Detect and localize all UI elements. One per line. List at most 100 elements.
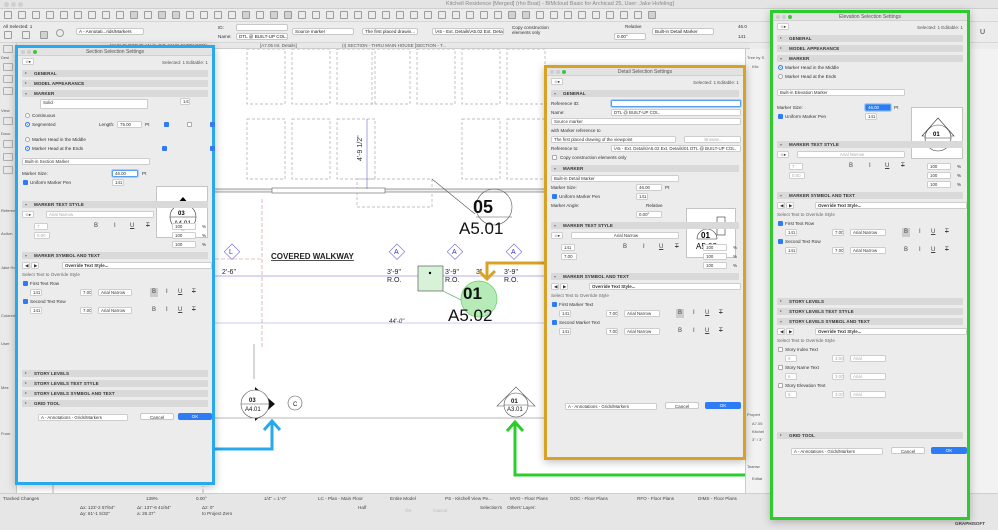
section-model-appearance[interactable]: MODEL APPEARANCE xyxy=(777,45,963,52)
favorites-star-icon[interactable]: ☆▸ xyxy=(777,23,789,30)
trace-icon[interactable] xyxy=(144,11,152,19)
next-button[interactable]: ▶ xyxy=(560,283,568,290)
row2-underline-button[interactable]: U xyxy=(931,246,935,255)
dialog-zoom-button[interactable] xyxy=(33,50,37,54)
mvo-select[interactable]: MVO - Floor Plans xyxy=(510,496,548,501)
story-index-checkbox[interactable] xyxy=(778,347,783,352)
row2-strike-button[interactable]: T xyxy=(192,306,196,315)
story-name-checkbox[interactable] xyxy=(778,365,783,370)
statusbar-cancel-button[interactable]: Cancel xyxy=(433,508,447,513)
prev-button[interactable]: ◀ xyxy=(22,262,30,269)
second-row-checkbox[interactable] xyxy=(23,299,28,304)
length-input[interactable]: 75.00 xyxy=(117,121,142,128)
head-middle-radio[interactable] xyxy=(778,65,783,70)
layer-select[interactable]: A - Annotations - Grids/Markers xyxy=(38,414,128,421)
next-button[interactable]: ▶ xyxy=(31,262,39,269)
angle-input[interactable]: 0.00° xyxy=(636,211,662,218)
section-story-levels-symbol[interactable]: STORY LEVELS SYMBOL AND TEXT xyxy=(777,318,963,325)
teamwork-header[interactable]: Teamw xyxy=(747,464,760,469)
favorites-star-icon[interactable]: ☆▸ xyxy=(22,58,34,65)
head-end-checkbox[interactable] xyxy=(210,146,215,151)
second-row-checkbox[interactable] xyxy=(778,239,783,244)
row2-font-select[interactable]: Arial Narrow xyxy=(624,328,660,335)
scissors-icon[interactable] xyxy=(312,11,320,19)
toolbox-design-label[interactable]: Desi xyxy=(1,55,9,60)
layer-select[interactable]: A - Annotati...rids/Markers xyxy=(76,28,144,35)
underline-button[interactable]: U xyxy=(130,222,134,231)
section-marker-symbol[interactable]: MARKER SYMBOL AND TEXT xyxy=(22,252,208,259)
row1-bold-button[interactable]: B xyxy=(676,309,685,318)
row1-strike-button[interactable]: T xyxy=(945,228,949,237)
row2-size-input[interactable]: 7.00 xyxy=(832,247,844,254)
minimize-window-button[interactable] xyxy=(11,2,16,7)
section-general[interactable]: GENERAL xyxy=(551,90,739,97)
table-icon[interactable] xyxy=(256,11,264,19)
tracked-changes[interactable]: Tracked Changes xyxy=(3,496,39,501)
font-select[interactable]: Arial Narrow xyxy=(571,232,679,239)
pen-icon[interactable] xyxy=(102,11,110,19)
italic-button[interactable]: I xyxy=(869,162,871,171)
text-pen-input[interactable]: 141 xyxy=(561,244,575,251)
section-tool-icon[interactable] xyxy=(4,31,12,39)
grid-bubble-a3[interactable]: A xyxy=(511,249,516,256)
row1-size-input[interactable]: 7.00 xyxy=(832,229,844,236)
layer-globe-icon[interactable] xyxy=(56,29,64,37)
strikethrough-button[interactable]: T xyxy=(675,243,679,252)
font-select[interactable]: Arial Narrow xyxy=(797,151,905,158)
line-pen-input[interactable]: 141 xyxy=(180,98,190,105)
rectangle-icon[interactable] xyxy=(214,11,222,19)
section-marker[interactable]: MARKER xyxy=(777,55,963,62)
hash-icon[interactable] xyxy=(480,11,488,19)
story-override-text-style-select[interactable]: Override Text Style... xyxy=(815,328,967,335)
check-icon[interactable] xyxy=(620,11,628,19)
relative-label[interactable]: Relative xyxy=(625,24,642,29)
strikethrough-button[interactable]: T xyxy=(146,222,150,231)
section-marker[interactable]: MARKER xyxy=(22,90,208,97)
spacing-input[interactable]: 100 xyxy=(703,253,727,260)
id-input[interactable] xyxy=(236,24,288,31)
row1-italic-button[interactable]: I xyxy=(693,309,695,318)
goc-select[interactable]: GOC - Floor Plans xyxy=(570,496,608,501)
row1-pen-input[interactable]: 141 xyxy=(785,229,797,236)
relative-select[interactable]: Relative xyxy=(646,201,663,210)
story-elevation-checkbox[interactable] xyxy=(778,383,783,388)
story-prev-button[interactable]: ◀ xyxy=(777,328,785,335)
dialog-zoom-button[interactable] xyxy=(788,15,792,19)
first-text-checkbox[interactable] xyxy=(552,302,557,307)
marker-size-input[interactable]: 46.00 xyxy=(636,184,662,191)
layer-select[interactable]: A - Annotations - Grids/Markers xyxy=(565,403,657,410)
section-marker-text-style[interactable]: MARKER TEXT STYLE xyxy=(551,222,739,229)
row2-pen-input[interactable]: 141 xyxy=(785,247,797,254)
arrow-tool-icon[interactable] xyxy=(3,45,13,53)
group-icon[interactable] xyxy=(382,11,390,19)
text-favorites-icon[interactable]: ☆▸ xyxy=(22,211,34,218)
story-index-pen-input[interactable]: 6 xyxy=(785,355,797,362)
tree-by-select[interactable]: Tree by S xyxy=(747,55,764,60)
section-general[interactable]: GENERAL xyxy=(22,70,208,77)
section-story-levels[interactable]: STORY LEVELS xyxy=(22,370,208,377)
story-index-size-input[interactable]: 3.00 xyxy=(832,355,844,362)
line-weight-icon[interactable] xyxy=(130,11,138,19)
underline-button[interactable]: U xyxy=(885,162,889,171)
story-elev-size-input[interactable]: 3.00 xyxy=(832,391,844,398)
bold-button[interactable]: B xyxy=(94,222,98,231)
head-middle-radio[interactable] xyxy=(25,137,30,142)
row2-bold-button[interactable]: B xyxy=(678,327,682,336)
row2-underline-button[interactable]: U xyxy=(178,306,182,315)
slope-icon[interactable] xyxy=(564,11,572,19)
copy-construction-label[interactable]: Copy construction elements only xyxy=(512,25,562,35)
layout-icon[interactable] xyxy=(74,11,82,19)
snap-icon[interactable] xyxy=(158,11,166,19)
row1-strike-button[interactable]: T xyxy=(192,288,196,297)
first-placed-select[interactable]: The first placed drawin... xyxy=(362,28,418,35)
lock2-icon[interactable] xyxy=(536,11,544,19)
row1-italic-button[interactable]: I xyxy=(166,288,168,297)
pen-set-icon[interactable] xyxy=(522,11,530,19)
dialog-close-button[interactable] xyxy=(776,15,780,19)
row1-font-select[interactable]: Arial Narrow xyxy=(98,289,132,296)
marker-pen-input[interactable]: 141 xyxy=(636,193,648,200)
first-row-checkbox[interactable] xyxy=(778,221,783,226)
text-favorites-icon[interactable]: ☆▸ xyxy=(551,232,563,239)
prev-button[interactable]: ◀ xyxy=(777,202,785,209)
dimension-icon[interactable] xyxy=(116,11,124,19)
